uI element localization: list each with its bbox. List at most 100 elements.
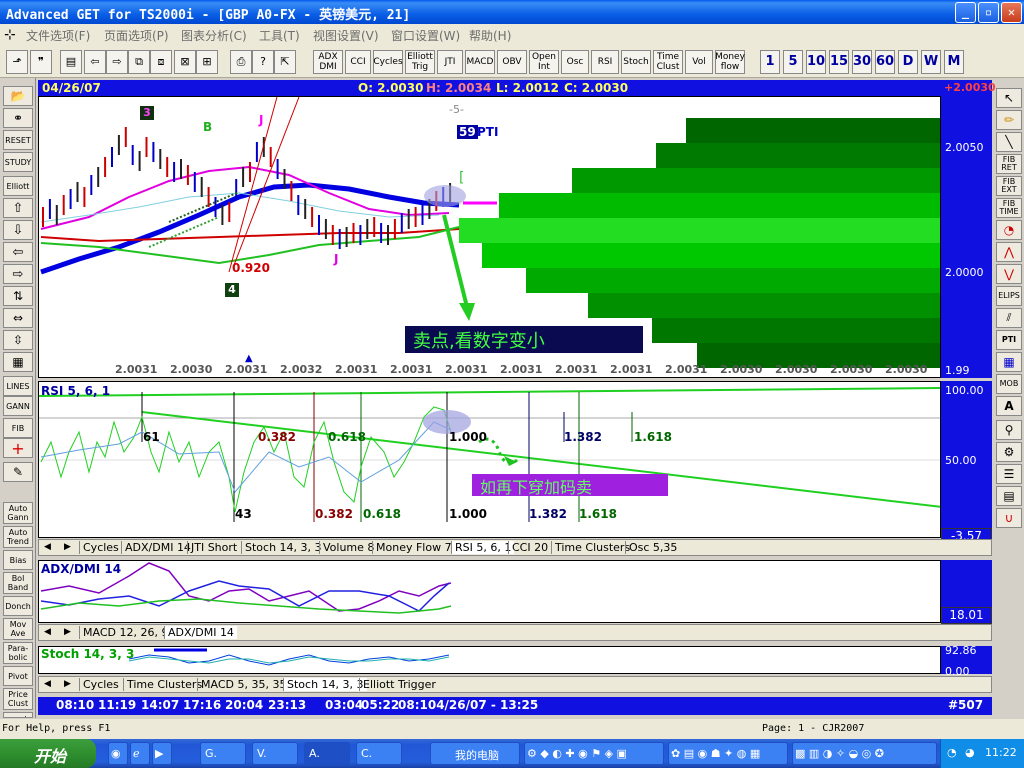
menu-view[interactable]: 视图设置(V) — [313, 27, 379, 44]
tab-scroll-right-icon[interactable]: ▶ — [61, 542, 74, 552]
pencil-icon[interactable]: ✏ — [996, 110, 1022, 130]
mov-ave-button[interactable]: Mov Ave — [3, 618, 33, 640]
interval-15-button[interactable]: 15 — [829, 50, 849, 74]
arrow-up-icon[interactable]: ⇧ — [3, 198, 33, 218]
tab-cycles-3[interactable]: Cycles — [79, 678, 122, 691]
compress-icon[interactable]: ⇅ — [3, 286, 33, 306]
study-vol-button[interactable]: Vol — [685, 50, 713, 74]
tab-cci[interactable]: CCI 20 — [508, 541, 551, 554]
tab-rsi[interactable]: RSI 5, 6, 1 — [451, 541, 515, 554]
study-adx-dmi-button[interactable]: ADX DMI — [313, 50, 343, 74]
fib-ret-button[interactable]: FIB RET — [996, 154, 1022, 174]
study-elliott-trig-button[interactable]: Elliott Trig — [405, 50, 435, 74]
task-a[interactable]: A. — [304, 742, 350, 765]
quicklaunch-eye-icon[interactable]: ◉ — [108, 742, 128, 765]
tray-icons-group-2[interactable]: ✿ ▤ ◉ ☗ ✦ ◍ ▦ — [668, 742, 788, 765]
tab-time-clusters[interactable]: Time Clusters — [551, 541, 633, 554]
help-icon[interactable]: ? — [252, 50, 274, 74]
elliott-button[interactable]: Elliott — [3, 176, 33, 196]
book-icon[interactable]: ▤ — [996, 486, 1022, 506]
seasonal-button[interactable]: Seas-onal — [3, 712, 33, 718]
forward-icon[interactable]: ⇨ — [106, 50, 128, 74]
context-help-icon[interactable]: ⇱ — [274, 50, 296, 74]
interval-1-button[interactable]: 1 — [760, 50, 780, 74]
menu-window[interactable]: 窗口设置(W) — [391, 27, 460, 44]
tab-elliott-trigger[interactable]: Elliott Trigger — [359, 678, 439, 691]
fan2-icon[interactable]: ⋁ — [996, 264, 1022, 284]
tab-time-clusters-3[interactable]: Time Clusters — [123, 678, 205, 691]
close-button[interactable]: ✕ — [1001, 2, 1022, 23]
tab-stoch[interactable]: Stoch 14, 3, 3 — [241, 541, 325, 554]
print-icon[interactable]: ⎙ — [230, 50, 252, 74]
tab-jti-short[interactable]: JTI Short — [187, 541, 240, 554]
interval-60-button[interactable]: 60 — [875, 50, 895, 74]
minimize-button[interactable]: _ — [955, 2, 976, 23]
tab-scroll-left-icon[interactable]: ◀ — [41, 542, 54, 552]
task-g[interactable]: G. — [200, 742, 246, 765]
font-icon[interactable]: A — [996, 396, 1022, 416]
tab2-scroll-left-icon[interactable]: ◀ — [41, 627, 54, 637]
tile-icon[interactable]: ⊠ — [174, 50, 196, 74]
study-button[interactable]: STUDY — [3, 152, 33, 172]
bol-band-button[interactable]: Bol Band — [3, 572, 33, 594]
tray-icons-group-3[interactable]: ▩ ▥ ◑ ✧ ◒ ◎ ✪ — [792, 742, 937, 765]
tab-macd[interactable]: MACD 12, 26, 9 — [79, 626, 171, 639]
task-c[interactable]: C. — [356, 742, 402, 765]
fit-icon[interactable]: ⇳ — [3, 330, 33, 350]
quicklaunch-media-icon[interactable]: ▶ — [152, 742, 172, 765]
folder-icon[interactable]: 📂 — [3, 86, 33, 106]
study-stoch-button[interactable]: Stoch — [621, 50, 651, 74]
new-icon[interactable]: ▤ — [60, 50, 82, 74]
study-obv-button[interactable]: OBV — [497, 50, 527, 74]
grid-icon[interactable]: ▦ — [3, 352, 33, 372]
study-jti-button[interactable]: JTI — [437, 50, 463, 74]
quote-icon[interactable]: ❞ — [30, 50, 52, 74]
price-chart-pane[interactable]: [ 3 B J J 0.920 4 -5- 59 PTI 卖点,看数字变小 ▲ … — [38, 96, 941, 378]
pointer-icon[interactable]: ⬏ — [6, 50, 28, 74]
binoculars-icon[interactable]: ⚭ — [3, 108, 33, 128]
tab-volume[interactable]: Volume 8 — [319, 541, 377, 554]
study-money-flow-button[interactable]: Money flow — [715, 50, 745, 74]
start-button[interactable]: 开始 — [0, 739, 96, 768]
task-my-computer[interactable]: 我的电脑 — [430, 742, 520, 765]
expand-icon[interactable]: ⇔ — [3, 308, 33, 328]
stoch-pane[interactable]: Stoch 14, 3, 3 — [38, 646, 941, 674]
menu-tools[interactable]: 工具(T) — [259, 27, 300, 44]
notes-icon[interactable]: ✎ — [3, 462, 33, 482]
auto-gann-button[interactable]: Auto Gann — [3, 502, 33, 524]
fib-time-button[interactable]: FIB TIME — [996, 198, 1022, 218]
zoom-icon[interactable]: ⚲ — [996, 420, 1022, 440]
interval-d-button[interactable]: D — [898, 50, 918, 74]
study-time-clust-button[interactable]: Time Clust — [653, 50, 683, 74]
channel-icon[interactable]: ⫽ — [996, 308, 1022, 328]
crosshair-icon[interactable]: + — [3, 438, 33, 458]
tray-volume-icon[interactable]: ◔ — [947, 746, 957, 759]
cursor-icon[interactable]: ↖ — [996, 88, 1022, 108]
task-v[interactable]: V. — [252, 742, 298, 765]
magnet-icon[interactable]: ∪ — [996, 508, 1022, 528]
arrow-right-icon[interactable]: ⇨ — [3, 264, 33, 284]
paste-icon[interactable]: ⧈ — [150, 50, 172, 74]
tray-icons-group[interactable]: ⚙ ◆ ◐ ✚ ◉ ⚑ ◈ ▣ — [524, 742, 664, 765]
maximize-button[interactable]: ▫ — [978, 2, 999, 23]
study-cci-button[interactable]: CCI — [345, 50, 371, 74]
back-icon[interactable]: ⇦ — [84, 50, 106, 74]
arrow-left-icon[interactable]: ⇦ — [3, 242, 33, 262]
grid-icon[interactable]: ⊞ — [196, 50, 218, 74]
interval-w-button[interactable]: W — [921, 50, 941, 74]
tray-network-icon[interactable]: ◕ — [965, 746, 975, 759]
tab2-scroll-right-icon[interactable]: ▶ — [61, 627, 74, 637]
price-clust-button[interactable]: Price Clust — [3, 688, 33, 710]
menu-chart[interactable]: 图表分析(C) — [181, 27, 247, 44]
copy-icon[interactable]: ⧉ — [128, 50, 150, 74]
mob-button[interactable]: MOB — [996, 374, 1022, 394]
fan-icon[interactable]: ⋀ — [996, 242, 1022, 262]
tab-adx-dmi-2[interactable]: ADX/DMI 14 — [164, 626, 237, 639]
menu-page[interactable]: 页面选项(P) — [104, 27, 169, 44]
parabolic-button[interactable]: Para-bolic — [3, 642, 33, 664]
gann-button[interactable]: GANN — [3, 396, 33, 416]
tab-money-flow[interactable]: Money Flow 7 — [372, 541, 455, 554]
tab-stoch-3[interactable]: Stoch 14, 3, 3 — [283, 678, 367, 691]
table-icon[interactable]: ▦ — [996, 352, 1022, 372]
fib-ext-button[interactable]: FIB EXT — [996, 176, 1022, 196]
